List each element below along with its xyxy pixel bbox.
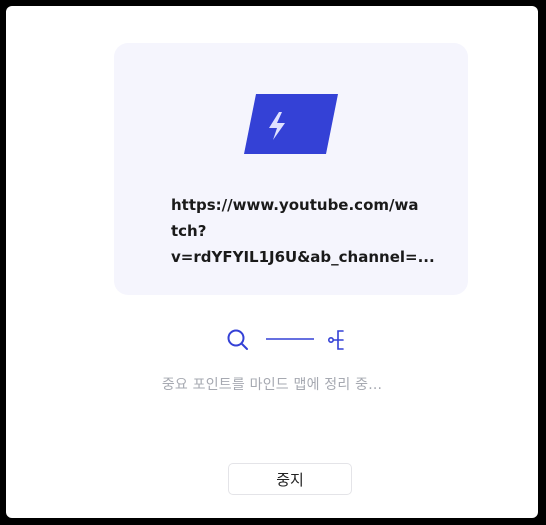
lightning-bolt-icon [244,94,338,154]
search-icon [227,329,248,350]
mind-map-icon [328,330,344,350]
url-line: v=rdYFYIL1J6U&ab_channel=... [171,248,435,266]
url-line: https://www.youtube.com/wa [171,196,419,214]
progress-indicator [227,329,344,350]
dialog-frame: https://www.youtube.com/wa tch? v=rdYFYI… [6,6,538,518]
url-line: tch? [171,222,207,240]
status-text: 중요 포인트를 마인드 맵에 정리 중... [161,377,383,393]
video-url: https://www.youtube.com/wa tch? v=rdYFYI… [171,192,435,270]
stop-button[interactable]: 중지 [228,463,352,495]
